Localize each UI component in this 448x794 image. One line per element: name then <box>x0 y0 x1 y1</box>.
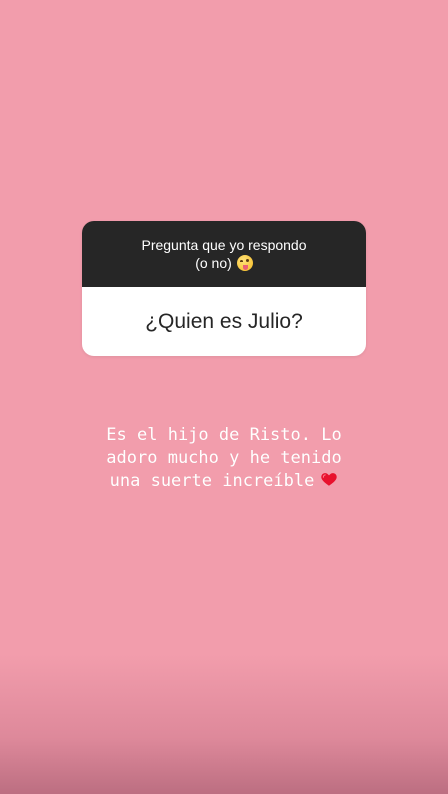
heart-icon <box>321 473 338 486</box>
question-text: ¿Quien es Julio? <box>145 309 303 333</box>
answer-line-2: adoro mucho y he tenido <box>106 448 342 468</box>
answer-line-3: una suerte increíble <box>109 471 315 491</box>
question-sticker-header: Pregunta que yo respondo (o no) <box>82 221 366 287</box>
question-prompt-line1: Pregunta que yo respondo <box>141 237 307 253</box>
question-prompt-line2: (o no) <box>195 255 232 271</box>
answer-line-1: Es el hijo de Risto. Lo <box>106 425 342 445</box>
answer-text-block: Es el hijo de Risto. Lo adoro mucho y he… <box>64 424 384 493</box>
zany-face-icon <box>236 255 253 271</box>
bottom-gradient-overlay <box>0 654 448 794</box>
question-sticker[interactable]: Pregunta que yo respondo (o no) ¿Quien e… <box>82 221 366 356</box>
question-sticker-body: ¿Quien es Julio? <box>82 287 366 356</box>
